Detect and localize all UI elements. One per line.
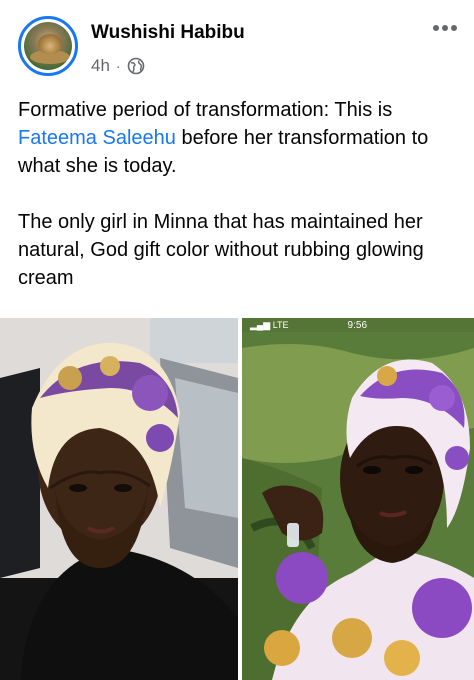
mention-link[interactable]: Fateema Saleehu [18, 127, 176, 149]
avatar-image [24, 22, 72, 70]
post-paragraph-1: Formative period of transformation: This… [18, 96, 464, 180]
status-signal: ▂▄▆ LTE [250, 319, 289, 330]
photo-left[interactable] [0, 318, 238, 680]
photo-right-image [242, 318, 474, 680]
avatar[interactable] [18, 16, 78, 76]
photo-right[interactable]: ▂▄▆ LTE 9:56 [242, 318, 474, 680]
photo-grid: ▂▄▆ LTE 9:56 [0, 318, 474, 680]
more-dot [442, 25, 448, 31]
post-paragraph-2: The only girl in Minna that has maintain… [18, 211, 424, 289]
meta-separator: · [115, 58, 121, 74]
status-time: 9:56 [347, 319, 368, 331]
photo-left-image [0, 318, 238, 680]
avatar-lion-head [38, 34, 62, 54]
more-dot [433, 25, 439, 31]
post-time[interactable]: 4h [91, 56, 110, 76]
more-options-icon[interactable] [430, 18, 460, 38]
more-dot [451, 25, 457, 31]
post-text-part: Formative period of transformation: This… [18, 99, 393, 121]
post-meta: 4h · [91, 55, 145, 77]
post-header: Wushishi Habibu 4h · [0, 0, 474, 90]
post-text: Formative period of transformation: This… [18, 96, 464, 292]
author-name[interactable]: Wushishi Habibu [91, 22, 245, 44]
photo-status-bar: ▂▄▆ LTE 9:56 [242, 318, 474, 332]
globe-icon[interactable] [127, 57, 145, 75]
